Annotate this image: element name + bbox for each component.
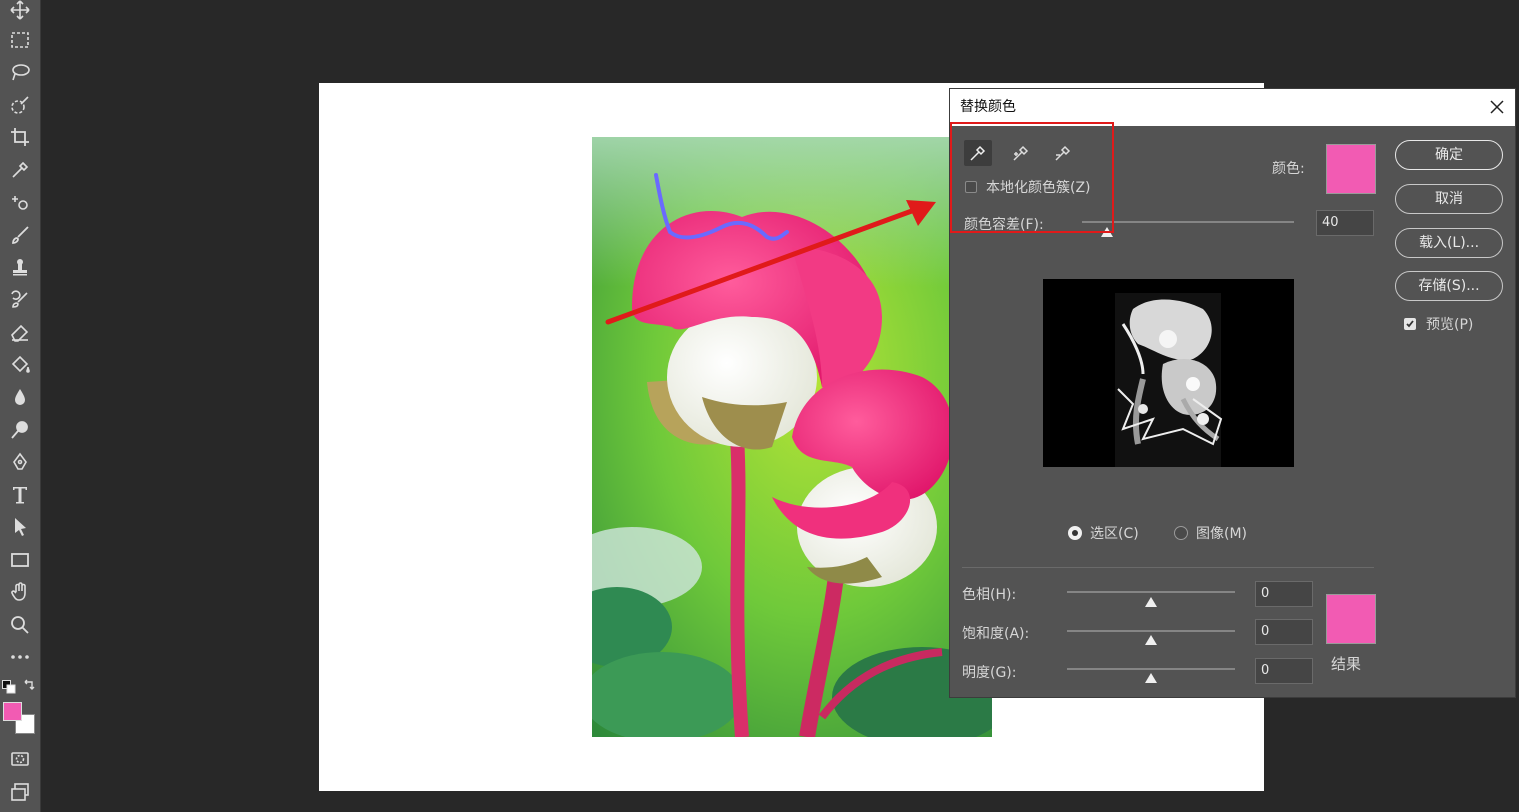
swap-colors-icon[interactable] xyxy=(22,679,36,693)
default-colors-icon[interactable] xyxy=(2,680,16,694)
paint-bucket-icon[interactable] xyxy=(6,351,34,379)
result-label: 结果 xyxy=(1331,655,1362,673)
zoom-icon[interactable] xyxy=(6,611,34,639)
selection-radio[interactable] xyxy=(1068,526,1082,540)
color-label: 颜色: xyxy=(1272,161,1305,177)
lightness-label: 明度(G): xyxy=(962,665,1017,681)
history-brush-icon[interactable] xyxy=(6,286,34,314)
section-divider xyxy=(962,567,1374,568)
hue-slider-track[interactable] xyxy=(1067,591,1235,593)
red-arrow-annotation xyxy=(605,200,936,325)
lightness-slider-thumb[interactable] xyxy=(1145,673,1157,683)
replace-color-dialog: 替换颜色 本地化颜色簇(Z) 颜色容差(F): 40 颜色: 选区(C) 图像(… xyxy=(949,88,1516,698)
crop-icon[interactable] xyxy=(6,123,34,151)
lightness-slider-track[interactable] xyxy=(1067,668,1235,670)
preview-checkbox[interactable] xyxy=(1404,318,1416,330)
type-icon[interactable] xyxy=(6,481,34,509)
hue-label: 色相(H): xyxy=(962,587,1017,603)
quick-mask-icon[interactable] xyxy=(6,745,34,773)
tools-panel xyxy=(0,0,41,812)
save-button[interactable]: 存储(S)... xyxy=(1395,271,1503,301)
fuzziness-input[interactable]: 40 xyxy=(1316,210,1374,236)
dialog-title: 替换颜色 xyxy=(960,99,1016,115)
foreground-color-swatch[interactable] xyxy=(3,702,22,721)
target-color-swatch[interactable] xyxy=(1326,144,1376,194)
screen-mode-icon[interactable] xyxy=(6,778,34,806)
quick-select-icon[interactable] xyxy=(6,91,34,119)
load-button[interactable]: 载入(L)... xyxy=(1395,228,1503,258)
dodge-icon[interactable] xyxy=(6,416,34,444)
saturation-slider-thumb[interactable] xyxy=(1145,635,1157,645)
close-icon[interactable] xyxy=(1487,97,1507,117)
more-icon[interactable] xyxy=(6,643,34,671)
saturation-slider-track[interactable] xyxy=(1067,630,1235,632)
saturation-input[interactable]: 0 xyxy=(1255,619,1313,645)
hue-slider-thumb[interactable] xyxy=(1145,597,1157,607)
blur-icon[interactable] xyxy=(6,383,34,411)
brush-icon[interactable] xyxy=(6,221,34,249)
ok-button[interactable]: 确定 xyxy=(1395,140,1503,170)
eraser-icon[interactable] xyxy=(6,318,34,346)
cancel-button[interactable]: 取消 xyxy=(1395,184,1503,214)
pen-icon[interactable] xyxy=(6,448,34,476)
eyedropper-icon[interactable] xyxy=(6,156,34,184)
result-color-swatch[interactable] xyxy=(1326,594,1376,644)
dialog-title-bar[interactable]: 替换颜色 xyxy=(950,89,1515,126)
image-radio[interactable] xyxy=(1174,526,1188,540)
hue-input[interactable]: 0 xyxy=(1255,581,1313,607)
path-select-icon[interactable] xyxy=(6,513,34,541)
healing-icon[interactable] xyxy=(6,188,34,216)
red-highlight-box xyxy=(950,122,1114,233)
marquee-icon[interactable] xyxy=(6,26,34,54)
selection-preview[interactable] xyxy=(1043,279,1294,467)
stamp-icon[interactable] xyxy=(6,253,34,281)
move-icon[interactable] xyxy=(6,0,34,24)
selection-radio-label: 选区(C) xyxy=(1090,526,1139,542)
saturation-label: 饱和度(A): xyxy=(962,626,1030,642)
lightness-input[interactable]: 0 xyxy=(1255,658,1313,684)
hand-icon[interactable] xyxy=(6,578,34,606)
preview-label: 预览(P) xyxy=(1426,317,1474,333)
lasso-icon[interactable] xyxy=(6,58,34,86)
rectangle-icon[interactable] xyxy=(6,546,34,574)
image-radio-label: 图像(M) xyxy=(1196,526,1248,542)
